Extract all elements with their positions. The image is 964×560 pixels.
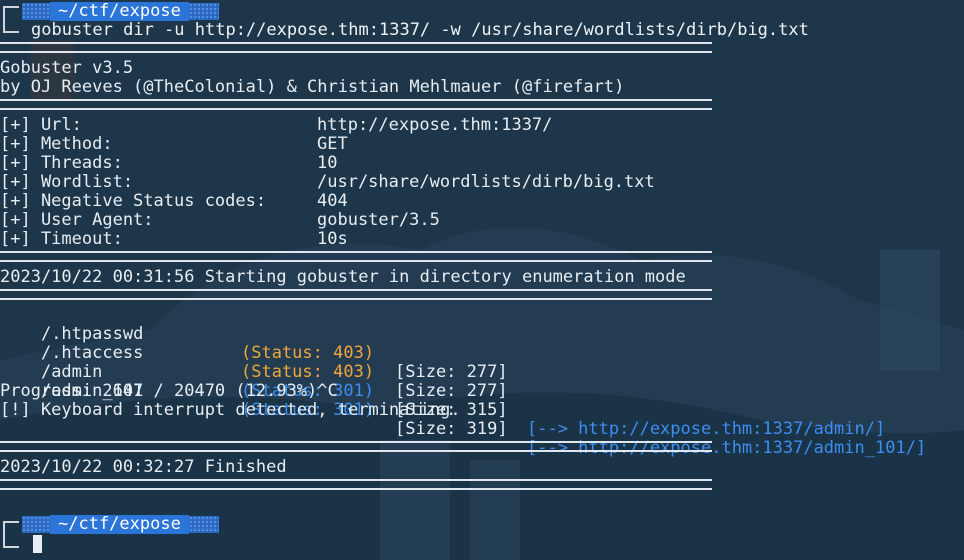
banner-authors: by OJ Reeves (@TheColonial) & Christian … (0, 77, 625, 97)
prompt-segment: ~/ctf/expose (22, 515, 219, 534)
separator (0, 99, 712, 110)
prompt-dots-right (188, 3, 219, 20)
prompt-corner-bottom (3, 21, 19, 33)
command-line: gobuster dir -u http://expose.thm:1337/ … (31, 20, 809, 40)
prompt-corner-top (3, 6, 19, 22)
result-size: [Size: 277] (395, 362, 508, 382)
progress-line: Progress: 2647 / 20470 (12.93%)^C (0, 381, 338, 401)
prompt-corner-top (3, 521, 19, 537)
config-row-threads: [+] Threads: 10 (0, 153, 338, 173)
separator (0, 289, 712, 300)
config-row-timeout: [+] Timeout: 10s (0, 229, 348, 249)
config-row-wordlist: [+] Wordlist:/usr/share/wordlists/dirb/b… (0, 172, 655, 192)
config-row-user-agent: [+] User Agent: gobuster/3.5 (0, 210, 440, 230)
start-message: 2023/10/22 00:31:56 Starting gobuster in… (0, 267, 686, 287)
result-row: /admin (Status: 301) [Size: 315] [--> ht… (0, 344, 885, 439)
config-row-method: [+] Method: GET (0, 134, 348, 154)
finished-message: 2023/10/22 00:32:27 Finished (0, 457, 287, 477)
prompt-segment: ~/ctf/expose (22, 2, 219, 21)
interrupt-message: [!] Keyboard interrupt detected, termina… (0, 400, 461, 420)
result-row: /admin_101 (Status: 301) [Size: 319] [--… (0, 363, 926, 458)
banner-version: Gobuster v3.5 (0, 58, 134, 78)
result-size: [Size: 277] (395, 381, 508, 401)
prompt-path: ~/ctf/expose (50, 515, 189, 534)
status-code: (Status: 403) (241, 343, 375, 363)
terminal-window[interactable]: ~/ctf/expose gobuster dir -u http://expo… (0, 0, 964, 560)
redirect-link[interactable]: [--> http://expose.thm:1337/admin/] (527, 420, 885, 439)
status-code: (Status: 403) (241, 362, 375, 382)
config-row-negative-status: [+] Negative Status codes: 404 (0, 191, 348, 211)
prompt-dots-right (188, 516, 219, 533)
prompt-corner-bottom (3, 536, 19, 548)
prompt-dots-left (22, 3, 50, 20)
result-size: [Size: 319] (395, 419, 508, 439)
separator (0, 42, 712, 53)
result-row: /.htaccess (Status: 403) [Size: 277] (0, 325, 508, 401)
prompt-dots-left (22, 516, 50, 533)
separator (0, 251, 712, 262)
separator (0, 479, 712, 490)
result-row: /.htpasswd (Status: 403) [Size: 277] (0, 306, 508, 382)
separator (0, 441, 712, 452)
text-cursor[interactable] (33, 535, 42, 553)
prompt-path: ~/ctf/expose (50, 2, 189, 21)
config-row-url: [+] Url: http://expose.thm:1337/ (0, 115, 553, 135)
